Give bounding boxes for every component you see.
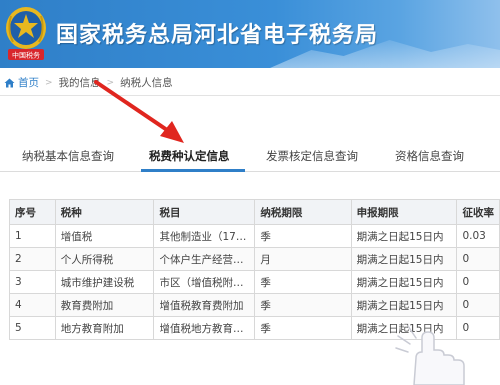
table-row[interactable]: 4 教育费附加 增值税教育费附加 季 期满之日起15日内 0 [9,293,500,317]
table-header-row: 序号 税种 税目 纳税期限 申报期限 征收率 [9,199,500,225]
table-cell: 0.03 [456,224,500,248]
tab-invoice-info[interactable]: 发票核定信息查询 [266,148,358,164]
tab-bar: 纳税基本信息查询 税费种认定信息 发票核定信息查询 资格信息查询 [0,140,500,172]
table-cell: 期满之日起15日内 [350,224,458,248]
table-cell: 个体户生产经营… [153,247,256,271]
table-cell: 月 [254,247,352,271]
table-cell: 增值税地方教育… [153,316,256,340]
tab-qualification-info[interactable]: 资格信息查询 [395,148,464,164]
table-cell: 地方教育附加 [54,316,155,340]
column-header: 税目 [153,199,256,225]
table-cell: 0 [456,316,500,340]
table-cell: 1 [9,224,56,248]
table-cell: 期满之日起15日内 [350,270,458,294]
tax-emblem-icon: 中国税务 [6,7,46,60]
column-header: 纳税期限 [254,199,352,225]
table-cell: 城市维护建设税 [54,270,155,294]
table-cell: 3 [9,270,56,294]
tab-basic-info[interactable]: 纳税基本信息查询 [22,148,114,164]
column-header: 序号 [9,199,56,225]
column-header: 征收率 [456,199,500,225]
home-icon [4,78,15,87]
table-cell: 0 [456,293,500,317]
breadcrumb-taxpayer-info[interactable]: 纳税人信息 [120,75,173,90]
table-cell: 0 [456,247,500,271]
table-cell: 5 [9,316,56,340]
table-row[interactable]: 3 城市维护建设税 市区（增值税附… 季 期满之日起15日内 0 [9,270,500,294]
table-cell: 季 [254,293,352,317]
table-cell: 市区（增值税附… [153,270,256,294]
column-header: 税种 [54,199,155,225]
table-row[interactable]: 1 增值税 其他制造业（17… 季 期满之日起15日内 0.03 [9,224,500,248]
chevron-right-icon: > [45,77,53,88]
table-cell: 2 [9,247,56,271]
site-header: 中国税务 国家税务总局河北省电子税务局 [0,0,500,68]
active-tab-indicator [141,169,245,172]
tax-type-table: 序号 税种 税目 纳税期限 申报期限 征收率 1 增值税 其他制造业（17… 季… [9,199,500,340]
table-cell: 期满之日起15日内 [350,293,458,317]
table-cell: 4 [9,293,56,317]
breadcrumb-my-info[interactable]: 我的信息 [59,75,101,90]
breadcrumb-home-label: 首页 [18,77,39,89]
table-cell: 增值税教育费附加 [153,293,256,317]
site-title: 国家税务总局河北省电子税务局 [56,23,379,48]
table-cell: 其他制造业（17… [153,224,256,248]
table-cell: 增值税 [54,224,155,248]
column-header: 申报期限 [350,199,458,225]
table-cell: 0 [456,270,500,294]
table-cell: 季 [254,270,352,294]
table-row[interactable]: 2 个人所得税 个体户生产经营… 月 期满之日起15日内 0 [9,247,500,271]
table-cell: 期满之日起15日内 [350,247,458,271]
breadcrumb-home[interactable]: 首页 [4,75,39,90]
breadcrumb: 首页 > 我的信息 > 纳税人信息 [0,70,500,96]
tab-tax-type-info[interactable]: 税费种认定信息 [149,148,230,164]
table-cell: 教育费附加 [54,293,155,317]
table-cell: 个人所得税 [54,247,155,271]
table-cell: 期满之日起15日内 [350,316,458,340]
table-cell: 季 [254,316,352,340]
emblem-caption: 中国税务 [12,51,40,60]
chevron-right-icon: > [106,77,115,88]
table-cell: 季 [254,224,352,248]
table-row[interactable]: 5 地方教育附加 增值税地方教育… 季 期满之日起15日内 0 [9,316,500,340]
